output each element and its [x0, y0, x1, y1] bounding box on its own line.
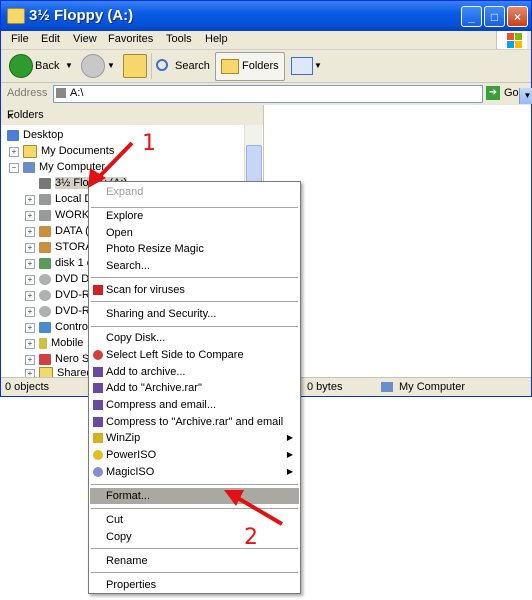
annotation-arrow-2: [234, 495, 284, 526]
annotation-step-2: 2: [244, 525, 258, 550]
annotation-overlay: [88, 141, 284, 526]
annotation-arrow-1: [94, 141, 134, 182]
annotation-step-1: 1: [142, 131, 156, 156]
